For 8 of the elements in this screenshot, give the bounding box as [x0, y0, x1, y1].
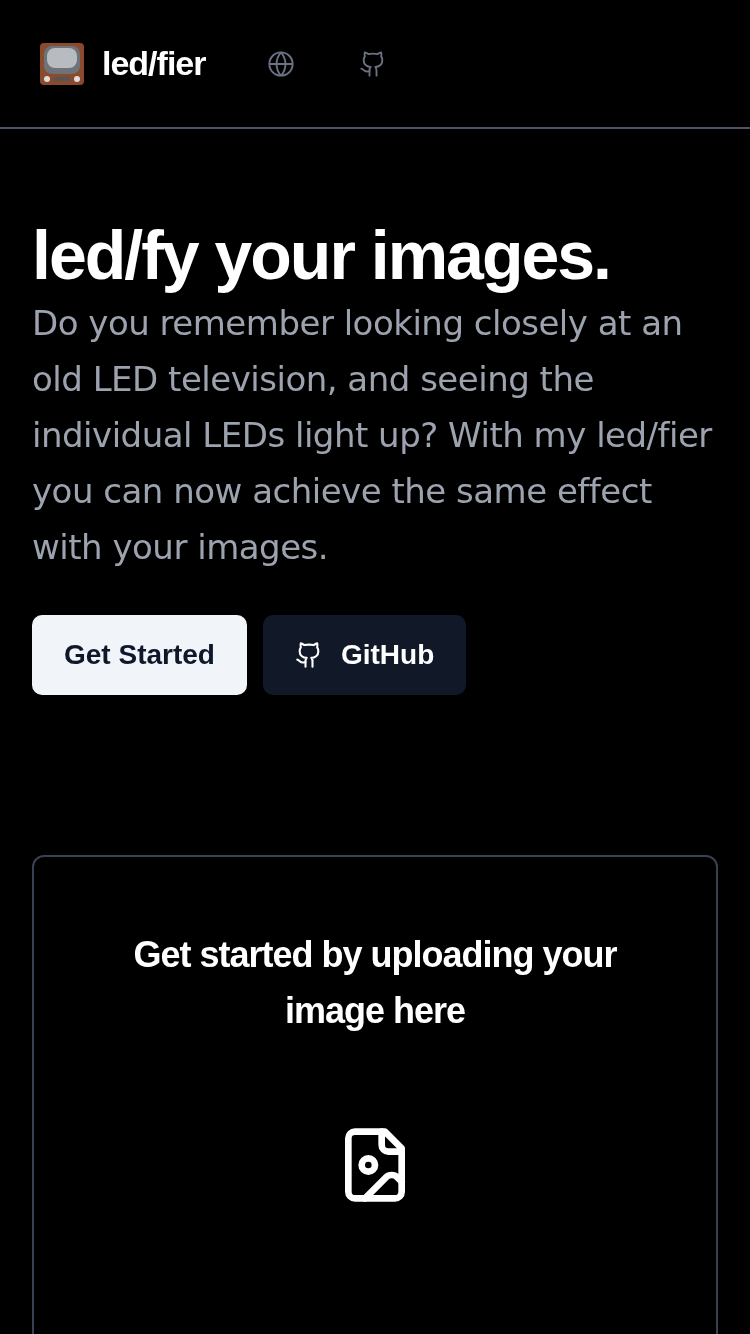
hero-title: led/fy your images. — [32, 216, 611, 295]
upload-card[interactable]: Get started by uploading your image here — [32, 855, 718, 1334]
get-started-button[interactable]: Get Started — [32, 615, 247, 695]
hero-description: Do you remember looking closely at an old LED television, and seeing the individual LEDs light up? With my led/fier you can now achieve the same effect with your images. — [32, 302, 714, 569]
globe-icon[interactable] — [267, 49, 296, 78]
upload-heading: Get started by uploading your image here — [132, 933, 618, 1033]
github-button[interactable]: GitHub — [262, 615, 467, 695]
brand-name[interactable]: led/fier — [102, 44, 206, 83]
